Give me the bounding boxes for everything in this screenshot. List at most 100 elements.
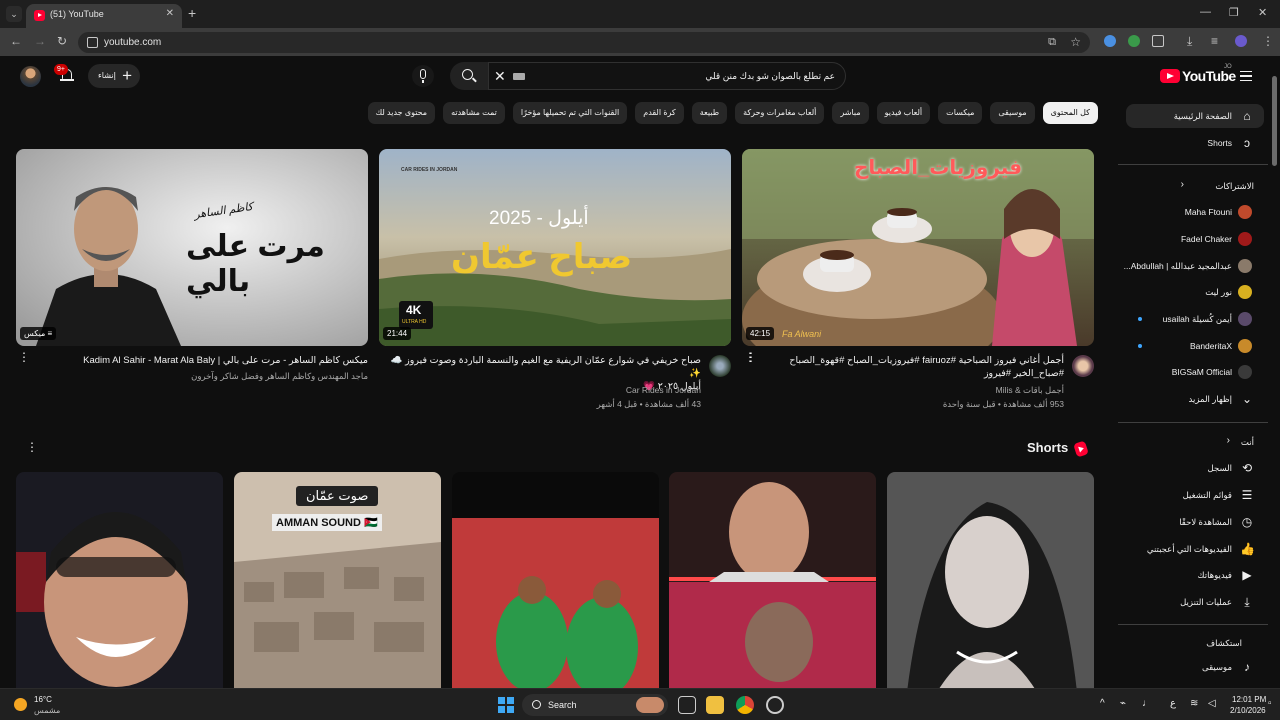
short-card[interactable] [887,472,1094,692]
extensions-puzzle-icon[interactable] [1152,35,1164,47]
bookmark-star-icon[interactable]: ☆ [1070,35,1081,49]
window-close-icon[interactable]: ✕ [1258,6,1267,19]
clock-date[interactable]: 2/10/2026 [1230,706,1266,715]
chip-live[interactable]: مباشر [832,102,869,124]
network-icon[interactable]: ⌁ [1120,698,1126,709]
sidebar-item-history[interactable]: ⟲ السجل [1126,456,1264,480]
short-card[interactable] [452,472,659,692]
wifi-icon[interactable]: ≋ [1190,698,1198,709]
sidebar-item-watch-later[interactable]: ◷ المشاهدة لاحقًا [1126,510,1264,534]
clear-search-icon[interactable]: ✕ [494,68,506,85]
chip-all[interactable]: كل المحتوى [1042,102,1098,124]
sidebar-item-downloads[interactable]: ⤓ عمليات التنزيل [1126,590,1264,614]
chip-video-games[interactable]: ألعاب فيديو [876,102,931,124]
tab-search-icon[interactable]: ⌄ [6,6,22,22]
keyboard-icon[interactable] [513,73,525,80]
media-controls-icon[interactable]: ≡ [1211,34,1218,48]
tray-overflow-icon[interactable]: ^ [1100,698,1105,709]
extension-icon[interactable] [1128,35,1140,47]
reload-icon[interactable]: ↻ [57,34,67,48]
chrome-icon[interactable] [736,696,754,714]
video-title[interactable]: أجمل أغاني فيروز الصباحية #fairuoz #فيرو… [754,354,1064,380]
chip-watched[interactable]: تمت مشاهدته [443,102,505,124]
short-card[interactable] [16,472,223,692]
divider [1118,164,1268,165]
volume-icon[interactable]: ◁ [1208,698,1216,709]
notifications-icon[interactable]: ▫ [1268,698,1272,709]
chip-music[interactable]: موسيقى [990,102,1035,124]
tab-close-icon[interactable]: ✕ [166,8,174,19]
channel-name[interactable]: Car Rides in Jordan [626,385,701,395]
install-app-icon[interactable]: ⧉ [1048,36,1056,49]
app-icon[interactable] [766,696,784,714]
chip-action-adventure[interactable]: ألعاب مغامرات وحركة [735,102,825,124]
extension-icon[interactable] [1104,35,1116,47]
sidebar-item-your-videos[interactable]: ▶ فيديوهاتك [1126,563,1264,587]
sidebar-subscription-item[interactable]: أيمن كُسيلة usailah [1126,307,1264,331]
input-language[interactable]: ع [1170,698,1176,709]
search-input[interactable]: ✕ عم تطلع بالصوان شو بدك منن قلي [488,62,846,90]
sidebar-subscription-item[interactable]: نور ليت [1126,280,1264,304]
sidebar-subscription-item[interactable]: BIGSaM Official [1126,360,1264,384]
chip-mixes[interactable]: ميكسات [938,102,983,124]
sidebar-subscription-item[interactable]: BanderitaX [1126,334,1264,358]
new-tab-icon[interactable]: + [188,6,196,20]
back-icon[interactable]: ← [10,34,22,48]
chevron-down-icon: ⌄ [1241,392,1253,406]
weather-sun-icon[interactable] [14,698,27,711]
short-card[interactable]: صوت عمّان AMMAN SOUND 🇯🇴 [234,472,441,692]
menu-kebab-icon[interactable]: ⋮ [1262,34,1274,48]
guide-sidebar: ⌂ الصفحة الرئيسية ↄ Shorts الاشتراكات › … [1118,100,1268,690]
microphone-icon[interactable]: ♩ [1142,698,1152,709]
voice-search-mic-icon[interactable] [412,65,434,87]
windows-start-icon[interactable] [498,697,514,713]
sidebar-subscription-item[interactable]: عبدالمجيد عبدالله | Abdullah... [1124,254,1264,278]
short-card[interactable] [669,472,876,692]
thumbnail-line2: صباح عمّان [451,238,633,276]
video-title[interactable]: ميكس كاظم الساهر - مرت على بالي | Kadim … [16,354,368,367]
channel-name[interactable]: أجمل باقات & Milis [996,385,1064,396]
sidebar-item-shorts[interactable]: ↄ Shorts [1126,131,1264,155]
forward-icon[interactable]: → [34,34,46,48]
taskbar-search[interactable]: Search [522,694,668,716]
page-scrollbar[interactable] [1272,62,1277,682]
clock-time[interactable]: 12:01 PM [1232,695,1266,704]
sidebar-you-header[interactable]: أنت › [1126,430,1264,454]
browser-tab-youtube[interactable]: (51) YouTube ✕ [26,4,182,28]
guide-menu-icon[interactable] [1240,71,1252,81]
sidebar-item-home[interactable]: ⌂ الصفحة الرئيسية [1126,104,1264,128]
channel-avatar[interactable] [709,355,731,377]
sidebar-subscription-item[interactable]: Maha Ftouni [1126,200,1264,224]
video-thumbnail[interactable]: فيروزيات_الصباح Fa Alwani 42:15 [742,149,1094,346]
account-avatar[interactable] [20,66,41,87]
sidebar-item-liked-videos[interactable]: 👍 الفيديوهات التي أعجبتني [1126,537,1264,561]
create-button[interactable]: إنشاء + [88,64,140,88]
sidebar-item-music[interactable]: ♪ موسيقى [1126,655,1264,679]
chip-new-to-you[interactable]: محتوى جديد لك [367,102,436,124]
sidebar-subscription-item[interactable]: Fadel Chaker [1126,227,1264,251]
video-thumbnail[interactable]: CAR RIDES IN JORDAN أيلول - 2025 صباح عم… [379,149,731,346]
downloads-icon[interactable]: ⤓ [1187,34,1192,49]
file-explorer-icon[interactable] [706,696,724,714]
sidebar-item-playlists[interactable]: ☰ قوائم التشغيل [1126,483,1264,507]
video-menu-icon[interactable]: ⋮ [745,351,757,363]
search-button[interactable] [450,62,488,90]
browser-tab-strip: ⌄ (51) YouTube ✕ + — ❐ ✕ [0,0,1280,28]
chip-nature[interactable]: طبيعة [691,102,728,124]
sidebar-show-more[interactable]: ⌄ إظهار المزيد [1126,387,1264,411]
sidebar-subscriptions-header[interactable]: الاشتراكات › [1126,174,1264,198]
shelf-menu-icon[interactable]: ⋮ [26,440,38,454]
clock-icon: ◷ [1241,515,1253,529]
site-info-icon[interactable] [87,37,98,48]
profile-icon[interactable] [1235,35,1247,47]
chip-football[interactable]: كرة القدم [635,102,684,124]
video-menu-icon[interactable]: ⋮ [18,351,30,363]
shorts-logo-icon [1073,440,1089,458]
chip-recently-uploaded[interactable]: القنوات التي تم تحميلها مؤخرًا [512,102,628,124]
video-thumbnail[interactable]: كاظم الساهر مرت على بالي ميكس ≡ [16,149,368,346]
minimize-icon[interactable]: — [1200,6,1211,18]
address-bar[interactable]: youtube.com ⧉ ☆ [78,32,1090,53]
channel-avatar[interactable] [1072,355,1094,377]
task-view-icon[interactable] [678,696,696,714]
restore-icon[interactable]: ❐ [1229,6,1239,19]
